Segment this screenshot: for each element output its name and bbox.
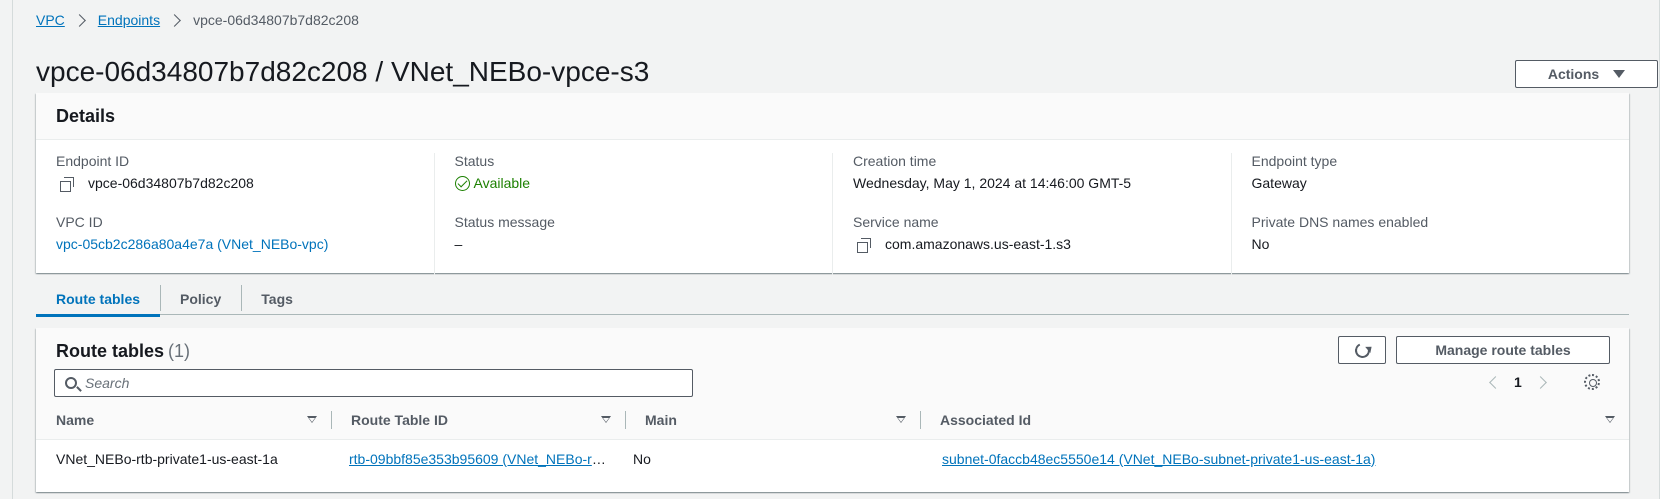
service-name-field: Service name com.amazonaws.us-east-1.s3 (853, 214, 1211, 253)
details-column-4: Endpoint type Gateway Private DNS names … (1230, 153, 1630, 275)
gear-icon[interactable] (1584, 374, 1600, 390)
column-header-main[interactable]: Main (625, 406, 920, 434)
breadcrumb-endpoints[interactable]: Endpoints (98, 12, 160, 28)
caret-down-icon (1613, 70, 1626, 78)
vpc-id-link[interactable]: vpc-05cb2c286a80a4e7a (VNet_NEBo-vpc) (56, 236, 328, 253)
details-column-1: Endpoint ID vpce-06d34807b7d82c208 VPC I… (36, 153, 434, 275)
search-field[interactable] (54, 369, 693, 397)
vpc-id-field: VPC ID vpc-05cb2c286a80a4e7a (VNet_NEBo-… (56, 214, 414, 253)
column-header-name[interactable]: Name (36, 406, 331, 434)
pagination: 1 (1489, 374, 1547, 390)
tab-policy[interactable]: Policy (160, 283, 241, 315)
creation-time-label: Creation time (853, 153, 937, 169)
endpoint-type-value: Gateway (1251, 175, 1307, 191)
search-input[interactable] (85, 375, 675, 391)
column-header-label: Route Table ID (351, 412, 448, 428)
status-message-label: Status message (454, 214, 555, 230)
status-field: Status Available (454, 153, 813, 192)
actions-button[interactable]: Actions (1515, 60, 1658, 88)
cell-name: VNet_NEBo-rtb-private1-us-east-1a (56, 451, 278, 467)
details-grid: Endpoint ID vpce-06d34807b7d82c208 VPC I… (36, 153, 1629, 275)
breadcrumb-vpc[interactable]: VPC (36, 12, 65, 28)
route-tables-title: Route tables (1) (56, 341, 190, 362)
service-name-value: com.amazonaws.us-east-1.s3 (885, 236, 1071, 252)
sort-icon[interactable] (307, 416, 317, 423)
private-dns-label: Private DNS names enabled (1251, 214, 1429, 230)
details-panel: Details Endpoint ID vpce-06d34807b7d82c2… (36, 93, 1629, 275)
chevron-left-icon[interactable] (1489, 375, 1502, 389)
status-value: Available (473, 175, 531, 191)
status-message-field: Status message – (455, 214, 813, 253)
tab-route-tables[interactable]: Route tables (36, 283, 161, 317)
route-tables-panel: Route tables(1) Manage route tables 1 Na… (36, 328, 1629, 492)
endpoint-type-label: Endpoint type (1251, 153, 1338, 169)
column-header-label: Name (56, 412, 95, 428)
endpoint-id-label: Endpoint ID (56, 153, 130, 169)
refresh-button[interactable] (1338, 336, 1386, 364)
table-row[interactable]: VNet_NEBo-rtb-private1-us-east-1a rtb-09… (36, 441, 1629, 477)
details-header: Details (36, 93, 1629, 140)
private-dns-value: No (1251, 236, 1270, 252)
check-circle-icon (454, 176, 470, 191)
breadcrumb-current: vpce-06d34807b7d82c208 (193, 12, 359, 28)
sort-icon[interactable] (896, 416, 906, 423)
route-tables-header: Route tables(1) Manage route tables 1 Na… (36, 328, 1629, 440)
manage-route-tables-button[interactable]: Manage route tables (1396, 336, 1610, 364)
service-name-label: Service name (853, 214, 939, 230)
table-header: Name Route Table ID Main Associated Id (36, 406, 1629, 434)
actions-button-label: Actions (1547, 66, 1600, 82)
column-header-label: Associated Id (940, 412, 1032, 428)
copy-icon[interactable] (857, 237, 871, 253)
details-column-2: Status Available Status message – (433, 153, 833, 275)
column-header-route-table-id[interactable]: Route Table ID (331, 406, 625, 434)
cell-main: No (633, 451, 651, 467)
route-tables-title-text: Route tables (56, 341, 165, 361)
status-message-value: – (454, 236, 463, 252)
details-column-3: Creation time Wednesday, May 1, 2024 at … (832, 153, 1231, 275)
sort-icon[interactable] (1605, 416, 1615, 423)
vpc-id-label: VPC ID (56, 214, 103, 230)
tab-bar: Route tables Policy Tags (36, 283, 1629, 317)
page-title: vpce-06d34807b7d82c208 / VNet_NEBo-vpce-… (36, 56, 650, 87)
column-header-associated-id[interactable]: Associated Id (920, 406, 1629, 434)
chevron-right-icon (168, 13, 181, 27)
private-dns-field: Private DNS names enabled No (1252, 214, 1610, 253)
copy-icon[interactable] (60, 176, 74, 192)
search-icon (65, 377, 77, 389)
right-side-panel (1659, 0, 1668, 499)
endpoint-type-field: Endpoint type Gateway (1252, 153, 1610, 192)
left-divider (12, 0, 13, 499)
associated-id-link[interactable]: subnet-0faccb48ec5550e14 (VNet_NEBo-subn… (942, 451, 1375, 467)
tab-tags[interactable]: Tags (241, 283, 313, 315)
creation-time-value: Wednesday, May 1, 2024 at 14:46:00 GMT-5 (853, 175, 1132, 191)
chevron-right-icon[interactable] (1533, 375, 1547, 389)
status-label: Status (454, 153, 495, 169)
route-tables-count: (1) (168, 341, 191, 361)
column-header-label: Main (645, 412, 677, 428)
endpoint-id-value: vpce-06d34807b7d82c208 (88, 175, 254, 191)
sort-icon[interactable] (601, 416, 611, 423)
endpoint-id-field: Endpoint ID vpce-06d34807b7d82c208 (56, 153, 414, 192)
creation-time-field: Creation time Wednesday, May 1, 2024 at … (853, 153, 1211, 192)
refresh-icon (1352, 340, 1372, 360)
chevron-right-icon (72, 13, 86, 27)
breadcrumb: VPC Endpoints vpce-06d34807b7d82c208 (36, 12, 359, 28)
route-table-id-link[interactable]: rtb-09bbf85e353b95609 (VNet_NEBo-rtb-pri… (349, 451, 625, 467)
page-number[interactable]: 1 (1514, 374, 1522, 390)
